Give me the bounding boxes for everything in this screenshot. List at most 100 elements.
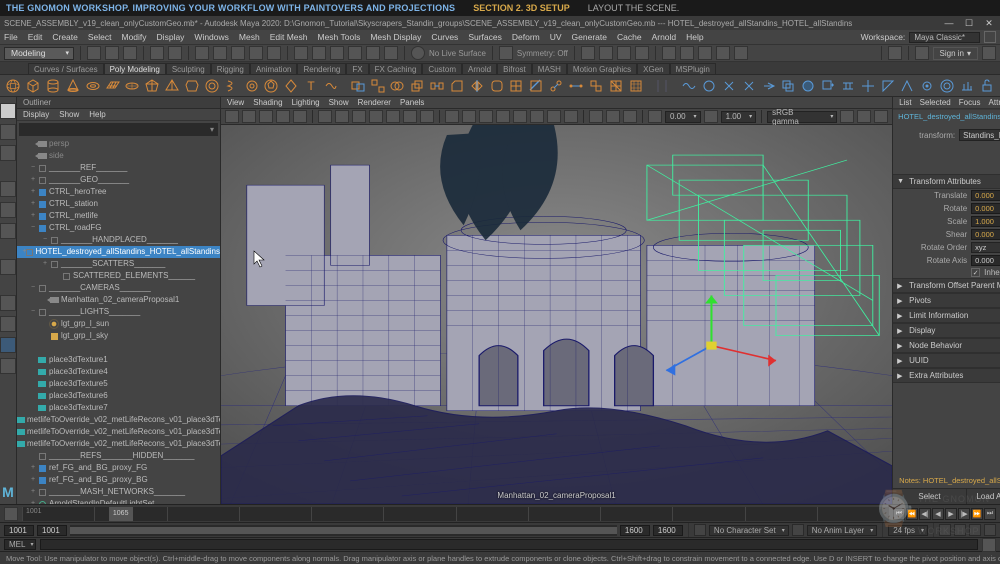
extra-attrs-section[interactable]: ▶Extra Attributes bbox=[893, 368, 1000, 383]
outliner-search[interactable] bbox=[19, 123, 218, 136]
minimize-button[interactable]: — bbox=[942, 18, 956, 29]
vp-view-menu[interactable]: View bbox=[227, 98, 244, 107]
snap-button-3[interactable] bbox=[330, 46, 344, 60]
outliner-item[interactable] bbox=[17, 342, 220, 354]
sculpt-brush-icon[interactable] bbox=[918, 76, 937, 95]
shelf-tab-poly[interactable]: Poly Modeling bbox=[104, 63, 166, 74]
rotate-x[interactable]: 0.000 bbox=[971, 203, 1000, 214]
outliner-show-menu[interactable]: Show bbox=[59, 110, 79, 119]
flip-tri-icon[interactable] bbox=[878, 76, 897, 95]
vp-isolate-button[interactable] bbox=[589, 110, 603, 123]
vp-textured-button[interactable] bbox=[479, 110, 493, 123]
outliner-item[interactable]: +CTRL_heroTree bbox=[17, 186, 220, 198]
inherits-transform-checkbox[interactable]: ✓ bbox=[971, 268, 980, 277]
shelf-tab-motiongfx[interactable]: Motion Graphics bbox=[567, 63, 637, 74]
transform-attrs-section[interactable]: ▼Transform Attributes bbox=[893, 174, 1000, 189]
poly-sphere-icon[interactable] bbox=[4, 76, 23, 95]
poly-superellipse-icon[interactable] bbox=[282, 76, 301, 95]
shelf-tab-curves[interactable]: Curves / Surfaces bbox=[28, 63, 104, 74]
menu-editmesh[interactable]: Edit Mesh bbox=[270, 32, 308, 42]
poly-torus-icon[interactable] bbox=[83, 76, 102, 95]
xgen-button[interactable] bbox=[888, 46, 902, 60]
snap-button-4[interactable] bbox=[348, 46, 362, 60]
vp-aa-button[interactable] bbox=[564, 110, 578, 123]
menu-arnold[interactable]: Arnold bbox=[652, 32, 677, 42]
menu-surfaces[interactable]: Surfaces bbox=[468, 32, 502, 42]
iso-button-4[interactable] bbox=[635, 46, 649, 60]
pivots-section[interactable]: ▶Pivots bbox=[893, 293, 1000, 308]
bridge-icon[interactable] bbox=[428, 76, 447, 95]
animlayer-icon[interactable] bbox=[792, 524, 804, 536]
vp-safe-title-button[interactable] bbox=[420, 110, 434, 123]
viewport-canvas[interactable]: Manhattan_02_cameraProposal1 bbox=[221, 125, 892, 504]
vp-iprrender-button[interactable] bbox=[874, 110, 888, 123]
render-button-4[interactable] bbox=[716, 46, 730, 60]
poly-cylinder-icon[interactable] bbox=[44, 76, 63, 95]
poly-soccer-icon[interactable] bbox=[262, 76, 281, 95]
vp-shading-menu[interactable]: Shading bbox=[253, 98, 282, 107]
outliner-item[interactable]: +_______MASH_NETWORKS_______ bbox=[17, 486, 220, 498]
scale-x[interactable]: 1.000 bbox=[971, 216, 1000, 227]
target-weld-icon[interactable] bbox=[547, 76, 566, 95]
account-icon[interactable] bbox=[915, 46, 929, 60]
outliner-item[interactable]: side bbox=[17, 150, 220, 162]
menu-edit[interactable]: Edit bbox=[28, 32, 43, 42]
vp-gamma-button[interactable] bbox=[704, 110, 718, 123]
selmask-button-5[interactable] bbox=[267, 46, 281, 60]
vp-grease-button[interactable] bbox=[293, 110, 307, 123]
shear-x[interactable]: 0.000 bbox=[971, 229, 1000, 240]
outliner-item[interactable]: −_______CAMERAS_______ bbox=[17, 282, 220, 294]
selmask-button-1[interactable] bbox=[195, 46, 209, 60]
shelf-tab-msplugin[interactable]: MSPlugin bbox=[670, 63, 716, 74]
menu-meshtools[interactable]: Mesh Tools bbox=[318, 32, 361, 42]
range-bar[interactable] bbox=[70, 525, 617, 536]
vp-xray-button[interactable] bbox=[606, 110, 620, 123]
outliner-item[interactable]: +ref_FG_and_BG_proxy_FG bbox=[17, 462, 220, 474]
vp-2dpan-button[interactable] bbox=[276, 110, 290, 123]
outliner-item[interactable]: lgt_grp_l_sun bbox=[17, 318, 220, 330]
render-button-1[interactable] bbox=[662, 46, 676, 60]
poly-disc-icon[interactable] bbox=[123, 76, 142, 95]
menu-select[interactable]: Select bbox=[88, 32, 112, 42]
marketplace-button[interactable] bbox=[982, 46, 996, 60]
outliner-item[interactable]: place3dTexture7 bbox=[17, 402, 220, 414]
edge-normals-icon[interactable] bbox=[958, 76, 977, 95]
charset-dd[interactable]: No Character Set bbox=[709, 525, 789, 536]
shelf-tab-fxcache[interactable]: FX Caching bbox=[369, 63, 423, 74]
outliner-item[interactable]: −_______REF_______ bbox=[17, 162, 220, 174]
anim-end-field[interactable]: 1600 bbox=[653, 525, 683, 536]
vp-ao-button[interactable] bbox=[530, 110, 544, 123]
outliner-item[interactable]: place3dTexture4 bbox=[17, 366, 220, 378]
translate-x[interactable]: 0.000 bbox=[971, 190, 1000, 201]
node-behavior-section[interactable]: ▶Node Behavior bbox=[893, 338, 1000, 353]
menu-generate[interactable]: Generate bbox=[572, 32, 607, 42]
mirror-icon[interactable] bbox=[467, 76, 486, 95]
vp-motion-blur-button[interactable] bbox=[547, 110, 561, 123]
outliner-item[interactable]: place3dTexture1 bbox=[17, 354, 220, 366]
time-slider-track[interactable]: 1001 1065 bbox=[22, 507, 889, 521]
vp-select-cam-button[interactable] bbox=[225, 110, 239, 123]
close-button[interactable]: ✕ bbox=[982, 18, 996, 29]
soft-select-icon[interactable] bbox=[938, 76, 957, 95]
combine-icon[interactable] bbox=[348, 76, 367, 95]
save-scene-button[interactable] bbox=[123, 46, 137, 60]
vp-grid-button[interactable] bbox=[318, 110, 332, 123]
time-slider[interactable]: 1001 1065 ⏮ ⏪ ◀| ◀ ▶ |▶ ⏩ ⏭ bbox=[0, 504, 1000, 522]
outliner-item[interactable]: SCATTERED_ELEMENTS______ bbox=[17, 270, 220, 282]
poly-platonic-icon[interactable] bbox=[143, 76, 162, 95]
menuset-dropdown[interactable]: Modeling bbox=[4, 47, 74, 60]
outliner-item[interactable]: Manhattan_02_cameraProposal1 bbox=[17, 294, 220, 306]
transform-comp-icon[interactable] bbox=[858, 76, 877, 95]
outliner-item[interactable]: lgt_grp_l_sky bbox=[17, 330, 220, 342]
display-section[interactable]: ▶Display bbox=[893, 323, 1000, 338]
command-input[interactable] bbox=[40, 539, 978, 550]
vp-render-button[interactable] bbox=[857, 110, 871, 123]
menu-modify[interactable]: Modify bbox=[122, 32, 147, 42]
menu-uv[interactable]: UV bbox=[550, 32, 562, 42]
outliner-item[interactable]: place3dTexture6 bbox=[17, 390, 220, 402]
bevel-icon[interactable] bbox=[448, 76, 467, 95]
attr-node-tab[interactable]: HOTEL_destroyed_allStandins_HOTEL_allSta… bbox=[893, 110, 1000, 123]
outliner-item[interactable]: metlifeToOverride_v02_metLifeRecons_v01_… bbox=[17, 438, 220, 450]
vp-res-gate-button[interactable] bbox=[352, 110, 366, 123]
shelf-tab-mash[interactable]: MASH bbox=[532, 63, 567, 74]
